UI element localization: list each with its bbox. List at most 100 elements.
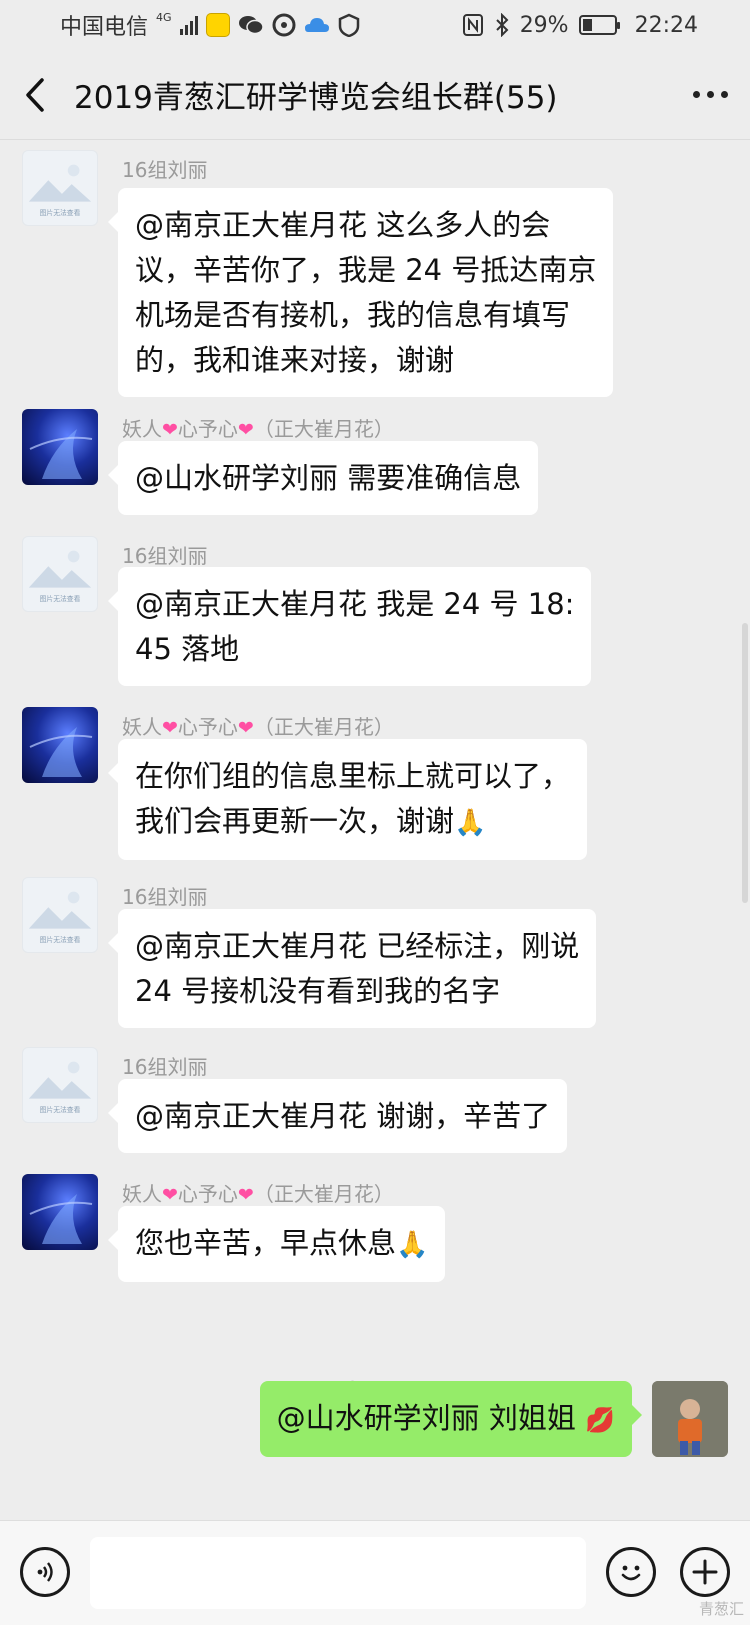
more-dots-icon (692, 91, 700, 98)
battery-fill (582, 19, 592, 31)
browser-icon (272, 13, 296, 37)
smiley-icon (621, 1565, 641, 1581)
voice-button[interactable] (20, 1547, 70, 1597)
bluetooth-icon (494, 13, 510, 37)
carrier-name: 中国电信 (60, 15, 149, 40)
folded-hands-icon: 🙏 (454, 808, 487, 838)
heart-icon: ❤ (162, 717, 178, 739)
message-line: 45 落地 (135, 632, 240, 666)
sender-name-part: 妖人 (122, 417, 162, 441)
avatar-caption: 图片无法查看 (40, 594, 81, 603)
more-button[interactable] (670, 50, 750, 140)
message-input[interactable] (90, 1537, 586, 1609)
clock: 22:24 (634, 12, 698, 38)
heart-icon: ❤ (237, 1184, 254, 1206)
avatar[interactable]: 图片无法查看 (22, 150, 98, 226)
message-bubble[interactable]: @南京正大崔月花 已经标注，刚说 24 号接机没有看到我的名字 (107, 909, 597, 1028)
sender-name: 16组刘丽 (122, 1055, 208, 1079)
sender-name: 16组刘丽 (122, 885, 208, 909)
sender-name-part: （正大崔月花） (253, 715, 394, 739)
sender-name: 妖人❤心予心❤（正大崔月花） (122, 413, 394, 442)
message-bubble[interactable]: @南京正大崔月花 这么多人的会 议，辛苦你了，我是 24 号抵达南京 机场是否有… (107, 188, 614, 397)
sender-name-part: （正大崔月花） (253, 417, 394, 441)
avatar[interactable]: 图片无法查看 (22, 877, 98, 953)
more-dot (706, 91, 714, 98)
message-line: 在你们组的信息里标上就可以了， (135, 759, 571, 793)
message-line: 机场是否有接机，我的信息有填写 (135, 298, 571, 332)
wechat-icon (238, 14, 264, 36)
my-message-bubble[interactable]: @山水研学刘丽 刘姐姐 💋 (259, 1381, 643, 1457)
message-bubble[interactable]: 在你们组的信息里标上就可以了， 我们会再更新一次，谢谢🙏 (107, 739, 588, 860)
sender-name-part: 妖人 (122, 1182, 162, 1206)
message-line: 您也辛苦，早点休息🙏 (135, 1221, 428, 1268)
message-bubble[interactable]: 您也辛苦，早点休息🙏 (107, 1206, 446, 1282)
my-message-text: @山水研学刘丽 刘姐姐 (276, 1401, 576, 1435)
sender-name-part: 心予心 (177, 1182, 238, 1206)
avatar[interactable]: 图片无法查看 (22, 536, 98, 612)
my-avatar-photo (652, 1381, 728, 1457)
avatar-caption: 图片无法查看 (40, 935, 81, 944)
nfc-icon (462, 13, 484, 37)
avatar[interactable] (22, 409, 98, 485)
avatar-artwork (29, 1194, 93, 1244)
shield-icon (338, 13, 360, 37)
message-line: 我们会再更新一次，谢谢🙏 (135, 799, 570, 846)
more-dot (720, 91, 728, 98)
plus-icon (692, 1559, 718, 1585)
sender-name-part: 妖人 (122, 715, 162, 739)
avatar-caption: 图片无法查看 (40, 208, 81, 217)
watermark: 青葱汇 (698, 1600, 744, 1618)
novel-app-icon (205, 13, 230, 37)
message-line: 的，我和谁来对接，谢谢 (135, 343, 455, 377)
avatar[interactable] (22, 707, 98, 783)
sender-name-part: 心予心 (177, 715, 238, 739)
message-bubble[interactable]: @南京正大崔月花 我是 24 号 18: 45 落地 (107, 567, 592, 686)
message-line: @山水研学刘丽 需要准确信息 (135, 461, 522, 495)
message-line: @南京正大崔月花 这么多人的会 (135, 208, 551, 242)
message-line-text: 我们会再更新一次，谢谢 (135, 804, 455, 838)
battery-percent: 29% (519, 12, 569, 38)
input-bar: 青葱汇 (0, 1520, 750, 1625)
message-line: 24 号接机没有看到我的名字 (135, 974, 501, 1008)
heart-icon: ❤ (162, 1184, 178, 1206)
scroll-indicator[interactable] (742, 623, 748, 903)
heart-icon: ❤ (162, 419, 178, 441)
sender-name-part: （正大崔月花） (253, 1182, 394, 1206)
message-line-text: 您也辛苦，早点休息 (135, 1226, 397, 1260)
voice-icon (37, 1562, 53, 1582)
message-line: @南京正大崔月花 我是 24 号 18: (135, 587, 575, 621)
heart-icon: ❤ (237, 419, 254, 441)
my-avatar[interactable] (652, 1381, 728, 1457)
status-bar: 中国电信 4G 29% 22:24 (0, 0, 750, 50)
lips-icon: 💋 (585, 1406, 615, 1434)
message-line: @南京正大崔月花 已经标注，刚说 (135, 929, 580, 963)
sender-name-part: 心予心 (177, 417, 238, 441)
battery-icon (578, 15, 620, 35)
signal-icon (179, 15, 198, 35)
sender-name: 妖人❤心予心❤（正大崔月花） (122, 711, 394, 740)
sender-name: 16组刘丽 (122, 158, 208, 182)
avatar-artwork (29, 429, 93, 479)
message-bubble[interactable]: @山水研学刘丽 需要准确信息 (107, 441, 539, 515)
image-placeholder-icon: 图片无法查看 (28, 891, 92, 944)
avatar-artwork (29, 727, 93, 777)
message-line: 议，辛苦你了，我是 24 号抵达南京 (135, 253, 597, 287)
network-type: 4G (156, 10, 172, 24)
status-right: 29% 22:24 (462, 13, 698, 38)
plus-button[interactable] (680, 1547, 730, 1597)
sender-name: 16组刘丽 (122, 544, 208, 568)
avatar[interactable] (22, 1174, 98, 1250)
emoji-button[interactable] (606, 1547, 656, 1597)
avatar-caption: 图片无法查看 (40, 1105, 81, 1114)
image-placeholder-icon: 图片无法查看 (28, 550, 92, 603)
message-line: @南京正大崔月花 谢谢，辛苦了 (135, 1099, 551, 1133)
message-bubble[interactable]: @南京正大崔月花 谢谢，辛苦了 (107, 1079, 568, 1153)
avatar[interactable]: 图片无法查看 (22, 1047, 98, 1123)
image-placeholder-icon: 图片无法查看 (28, 164, 92, 217)
image-placeholder-icon: 图片无法查看 (28, 1061, 92, 1114)
message-list[interactable]: 图片无法查看 16组刘丽 @南京正大崔月花 这么多人的会 议，辛苦你了，我是 2… (0, 141, 750, 1520)
cloud-icon (304, 14, 330, 36)
folded-hands-icon: 🙏 (396, 1230, 429, 1260)
chat-header: 2019青葱汇研学博览会组长群(55) (0, 50, 750, 140)
back-button[interactable] (0, 50, 70, 140)
